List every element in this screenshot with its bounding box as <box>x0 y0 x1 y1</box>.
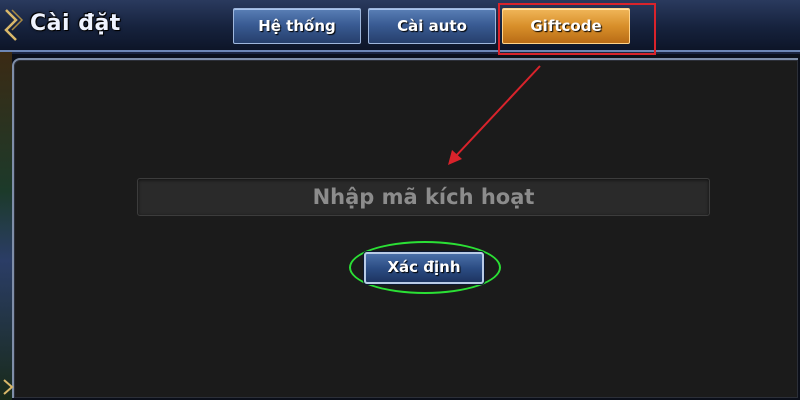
confirm-button[interactable]: Xác định <box>364 252 484 284</box>
panel-corner-ornament-icon <box>3 379 14 395</box>
red-arrow-annotation-icon <box>448 65 541 165</box>
page-title: Cài đặt <box>30 11 121 36</box>
background-scenery <box>0 52 12 400</box>
giftcode-highlight-box <box>498 3 656 55</box>
giftcode-panel <box>12 58 798 398</box>
tab-auto[interactable]: Cài auto <box>368 8 496 44</box>
settings-header: Cài đặt Hệ thống Cài auto Giftcode <box>0 0 800 52</box>
corner-ornament-icon <box>4 9 24 41</box>
giftcode-input[interactable] <box>137 178 710 216</box>
tab-system[interactable]: Hệ thống <box>233 8 361 44</box>
